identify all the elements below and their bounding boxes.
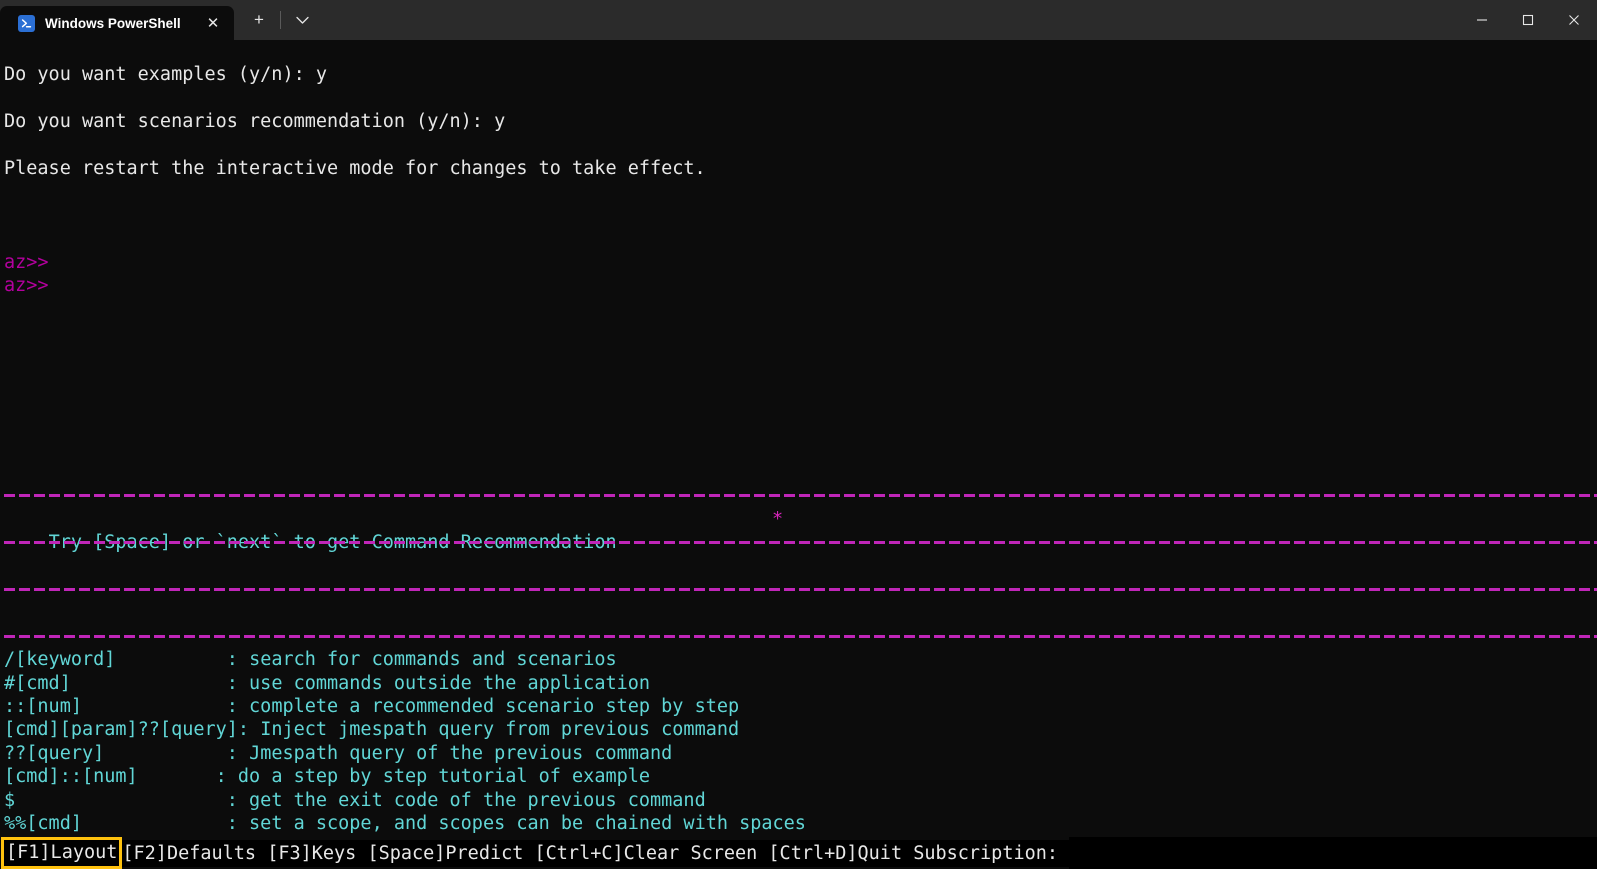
- help-desc: use commands outside the application: [249, 672, 651, 694]
- status-key-clear-screen[interactable]: [Ctrl+C]Clear Screen: [534, 839, 758, 867]
- help-syntax: [cmd][param]??[query]: [4, 719, 238, 741]
- help-syntax: [cmd]::[num]: [4, 766, 138, 788]
- close-tab-icon[interactable]: ✕: [198, 9, 228, 37]
- recommendation-line: Try [Space] or `next` to get Command Rec…: [0, 508, 1597, 553]
- powershell-icon: [18, 14, 35, 32]
- help-colon: :: [226, 672, 250, 694]
- help-desc: Jmespath query of the previous command: [249, 742, 673, 764]
- help-desc: complete a recommended scenario step by …: [249, 695, 740, 717]
- tab-actions: +: [234, 0, 321, 40]
- maximize-button[interactable]: [1505, 0, 1551, 40]
- help-syntax: %%[cmd]: [4, 812, 82, 834]
- help-syntax: #[cmd]: [4, 672, 71, 694]
- help-colon: :: [237, 719, 261, 741]
- tab-title: Windows PowerShell: [45, 15, 181, 31]
- subscription-label: Subscription:: [913, 839, 1059, 867]
- help-row: /[keyword] : search for commands and sce…: [0, 648, 1597, 671]
- help-colon: :: [226, 789, 250, 811]
- status-key-quit[interactable]: [Ctrl+D]Quit: [768, 839, 903, 867]
- subscription-value[interactable]: [1069, 837, 1597, 869]
- close-window-button[interactable]: [1551, 0, 1597, 40]
- tab-strip: Windows PowerShell ✕ +: [0, 0, 321, 40]
- help-desc: set a scope, and scopes can be chained w…: [249, 812, 806, 834]
- help-row: $ : get the exit code of the previous co…: [0, 789, 1597, 812]
- help-pad: [115, 649, 226, 670]
- tab-windows-powershell[interactable]: Windows PowerShell ✕: [0, 6, 234, 40]
- output-line-scenarios-prompt: Do you want scenarios recommendation (y/…: [4, 111, 506, 133]
- help-row: %%[cmd] : set a scope, and scopes can be…: [0, 812, 1597, 835]
- status-space-1: [256, 839, 268, 867]
- minimize-button[interactable]: [1459, 0, 1505, 40]
- status-key-f1-layout[interactable]: [F1]Layout: [1, 837, 123, 869]
- terminal-output[interactable]: Do you want examples (y/n): y Do you wan…: [0, 40, 1597, 869]
- status-space-4: [757, 839, 769, 867]
- help-syntax: ::[num]: [4, 695, 82, 717]
- help-pad: [104, 743, 227, 764]
- help-desc: get the exit code of the previous comman…: [249, 789, 706, 811]
- help-desc: search for commands and scenarios: [249, 649, 617, 671]
- help-pad: [82, 696, 227, 717]
- status-space-3: [523, 839, 535, 867]
- status-space-5: [902, 839, 914, 867]
- tab-divider: [280, 11, 281, 29]
- window-controls: [1459, 0, 1597, 40]
- help-syntax: /[keyword]: [4, 649, 116, 671]
- prompt-line-2[interactable]: az>>: [0, 274, 1597, 297]
- help-row: [cmd][param]??[query]: Inject jmespath q…: [0, 718, 1597, 741]
- separator-top: [0, 484, 1597, 507]
- help-row: #[cmd] : use commands outside the applic…: [0, 672, 1597, 695]
- separator-middle-upper: [0, 531, 1597, 554]
- help-pad: [82, 813, 227, 834]
- help-syntax: $: [4, 789, 16, 811]
- help-colon: :: [226, 695, 250, 717]
- help-syntax: ??[query]: [4, 742, 105, 764]
- help-row: [cmd]::[num] : do a step by step tutoria…: [0, 765, 1597, 788]
- prompt-line-1: az>>: [4, 251, 49, 273]
- help-desc: Inject jmespath query from previous comm…: [260, 719, 740, 741]
- help-row: ??[query] : Jmespath query of the previo…: [0, 742, 1597, 765]
- help-row: ::[num] : complete a recommended scenari…: [0, 695, 1597, 718]
- separator-bottom: [0, 625, 1597, 648]
- status-bar: [F1]Layout [F2]Defaults [F3]Keys [Space]…: [0, 837, 1597, 869]
- status-space-6: [1058, 839, 1070, 867]
- output-line-examples-prompt: Do you want examples (y/n): y: [4, 64, 328, 86]
- recommendation-marker: *: [772, 508, 784, 530]
- help-colon: :: [226, 812, 250, 834]
- status-space-2: [356, 839, 368, 867]
- help-pad: [15, 790, 227, 811]
- status-key-f3-keys[interactable]: [F3]Keys: [267, 839, 357, 867]
- help-colon: :: [226, 742, 250, 764]
- status-key-f2-defaults[interactable]: [F2]Defaults: [122, 839, 257, 867]
- help-colon: :: [215, 766, 238, 788]
- title-bar: Windows PowerShell ✕ +: [0, 0, 1597, 40]
- help-pad: [71, 673, 227, 694]
- output-line-restart-notice: Please restart the interactive mode for …: [4, 157, 706, 179]
- help-desc: do a step by step tutorial of example: [237, 766, 651, 788]
- chevron-down-icon[interactable]: [283, 0, 321, 40]
- separator-middle-lower: [0, 578, 1597, 601]
- new-tab-button[interactable]: +: [240, 0, 278, 40]
- status-key-space-predict[interactable]: [Space]Predict: [367, 839, 524, 867]
- help-colon: :: [226, 649, 250, 671]
- help-pad: [138, 766, 216, 787]
